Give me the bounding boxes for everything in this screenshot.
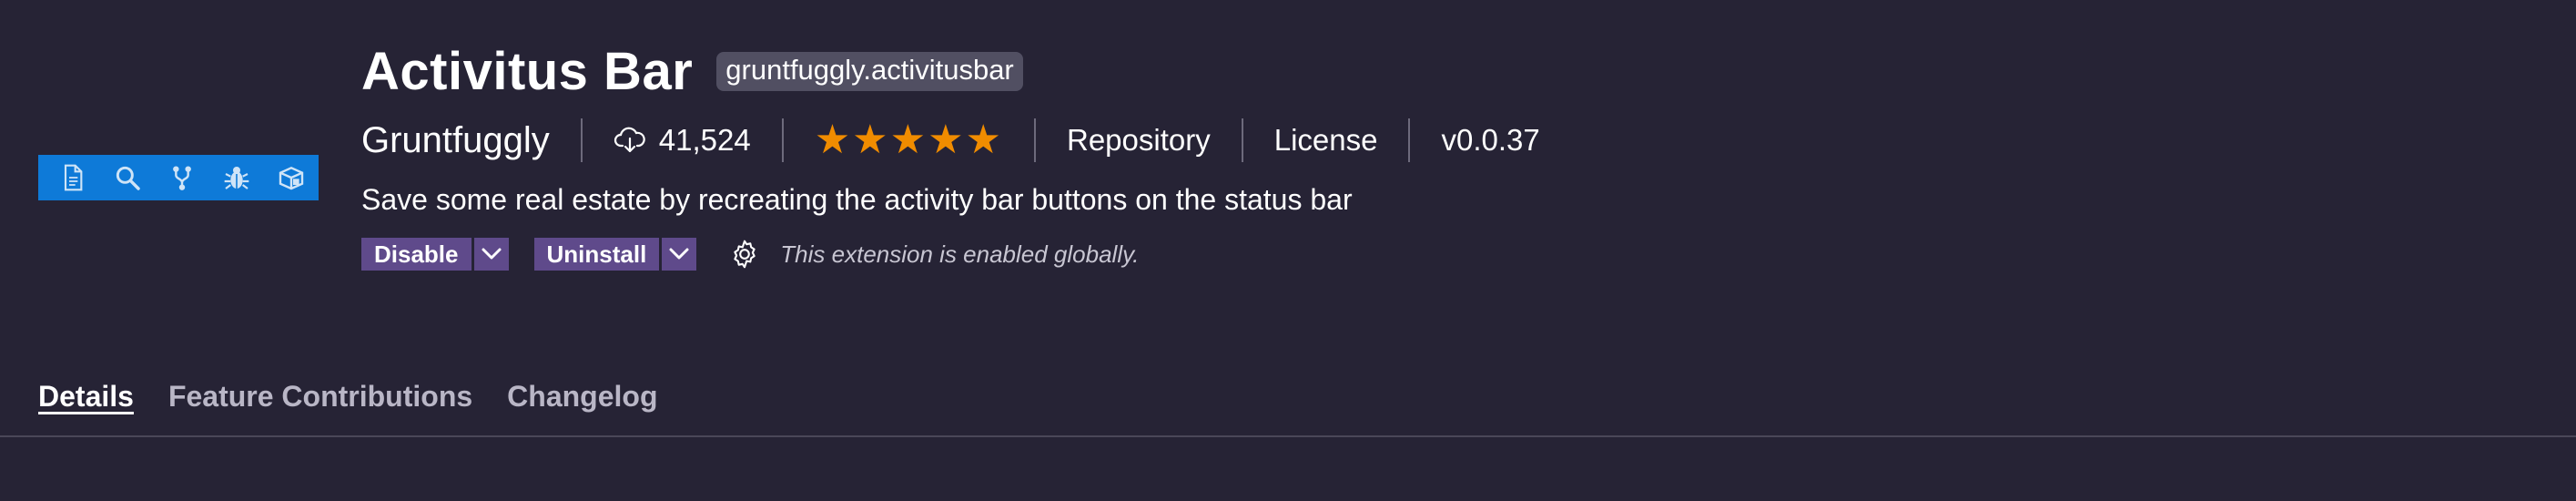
tab-details[interactable]: Details: [38, 380, 134, 414]
tab-feature-contributions[interactable]: Feature Contributions: [168, 380, 472, 414]
star-icon: ★: [928, 117, 964, 163]
star-icon: ★: [889, 117, 927, 163]
manage-gear-button[interactable]: [727, 237, 762, 271]
separator: [1033, 118, 1036, 162]
version-label: v0.0.37: [1441, 123, 1540, 157]
publisher-name[interactable]: Gruntfuggly: [361, 120, 550, 161]
meta-row: Gruntfuggly 41,524 ★ ★ ★ ★ ★ Repository …: [361, 115, 2540, 166]
debug-icon: [209, 155, 264, 200]
gear-icon: [734, 240, 756, 269]
disable-split-button: Disable: [361, 238, 509, 271]
uninstall-dropdown-button[interactable]: [662, 238, 697, 271]
disable-button[interactable]: Disable: [361, 238, 472, 271]
enablement-status-text: This extension is enabled globally.: [780, 240, 1140, 268]
star-icon: ★: [814, 117, 851, 163]
extension-id-badge: gruntfuggly.activitusbar: [716, 51, 1023, 91]
rating-stars[interactable]: ★ ★ ★ ★ ★: [815, 120, 1003, 160]
repository-link[interactable]: Repository: [1067, 123, 1211, 158]
detail-tabs: Details Feature Contributions Changelog: [38, 373, 692, 419]
separator: [1408, 118, 1411, 162]
tab-changelog[interactable]: Changelog: [507, 380, 657, 414]
install-count: 41,524: [614, 123, 751, 158]
cloud-download-icon: [614, 127, 645, 153]
star-icon: ★: [852, 117, 888, 163]
tabs-divider: [0, 435, 2576, 437]
separator: [781, 118, 784, 162]
uninstall-split-button: Uninstall: [533, 238, 697, 271]
chevron-down-icon: [482, 248, 501, 260]
actions-row: Disable Uninstall This extension is enab…: [361, 235, 2540, 273]
install-count-value: 41,524: [658, 123, 751, 157]
star-icon: ★: [965, 117, 1001, 163]
extensions-icon: [264, 155, 319, 200]
extension-description: Save some real estate by recreating the …: [361, 183, 1353, 216]
separator: [580, 118, 583, 162]
separator: [1241, 118, 1243, 162]
chevron-down-icon: [669, 248, 689, 260]
disable-dropdown-button[interactable]: [473, 238, 509, 271]
search-icon: [100, 155, 155, 200]
uninstall-button[interactable]: Uninstall: [533, 238, 660, 271]
file-icon: [46, 155, 100, 200]
extension-logo: [38, 155, 319, 200]
extension-header: Activitus Bar gruntfuggly.activitusbar G…: [361, 38, 2540, 273]
license-link[interactable]: License: [1274, 123, 1378, 158]
source-control-icon: [155, 155, 209, 200]
title-row: Activitus Bar gruntfuggly.activitusbar: [361, 38, 2540, 104]
extension-name: Activitus Bar: [361, 41, 694, 101]
